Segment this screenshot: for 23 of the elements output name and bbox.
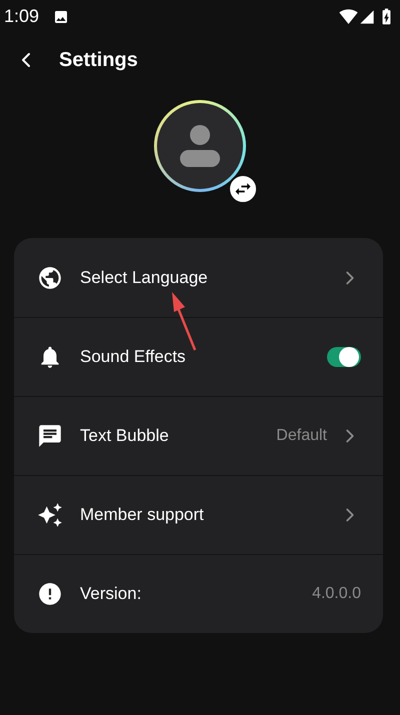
settings-row[interactable]: Sound Effects bbox=[14, 317, 383, 396]
chat-bubble-icon bbox=[37, 423, 63, 449]
toggle-switch[interactable] bbox=[327, 347, 361, 367]
image-icon bbox=[53, 8, 70, 24]
sparkle-icon bbox=[37, 502, 63, 528]
exclamation-icon bbox=[37, 581, 63, 607]
setting-label: Member support bbox=[80, 504, 205, 526]
settings-row[interactable]: Text Bubble Default bbox=[14, 396, 383, 475]
globe-icon bbox=[37, 264, 63, 290]
wifi-icon bbox=[339, 7, 358, 26]
setting-value: 4.0.0.0 bbox=[312, 584, 361, 604]
status-time: 1:09 bbox=[4, 5, 40, 28]
person-icon bbox=[179, 124, 221, 168]
settings-row[interactable]: Select Language bbox=[14, 238, 383, 317]
signal-icon bbox=[359, 8, 375, 24]
settings-row[interactable]: Version: 4.0.0.0 bbox=[14, 554, 383, 633]
setting-label: Sound Effects bbox=[80, 346, 187, 368]
setting-label: Text Bubble bbox=[80, 425, 170, 448]
page-title: Settings bbox=[59, 48, 138, 73]
setting-value: Default bbox=[276, 426, 327, 446]
setting-label: Version: bbox=[80, 583, 142, 606]
setting-label: Select Language bbox=[80, 266, 209, 289]
settings-row[interactable]: Member support bbox=[14, 475, 383, 554]
